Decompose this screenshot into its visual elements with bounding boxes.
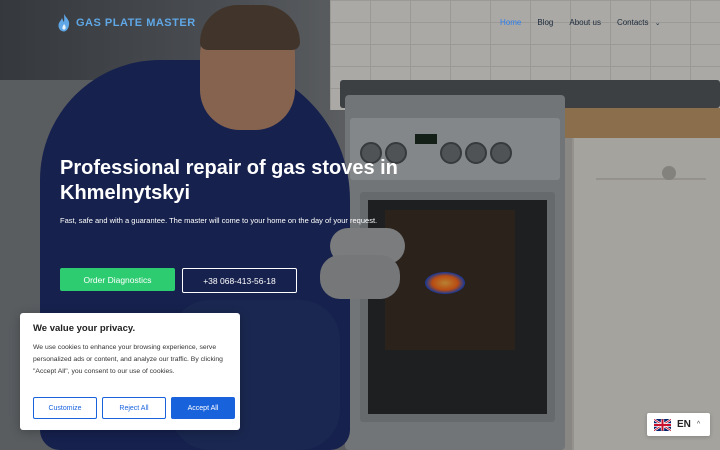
- cookie-description: We use cookies to enhance your browsing …: [33, 344, 223, 375]
- nav-item-blog[interactable]: Blog: [537, 18, 553, 27]
- phone-call-button[interactable]: +38 068-413-56-18: [182, 268, 297, 293]
- cookie-customize-button[interactable]: Customize: [33, 397, 97, 419]
- language-switcher[interactable]: EN ^: [647, 413, 710, 436]
- main-nav: Home Blog About us Contacts ⌄: [500, 18, 661, 27]
- cookie-reject-all-button[interactable]: Reject All: [102, 397, 166, 419]
- flame-logo-icon: [58, 14, 70, 32]
- hero-title: Professional repair of gas stoves in Khm…: [60, 157, 398, 204]
- cookie-button-row: Customize Reject All Accept All: [33, 397, 235, 419]
- order-diagnostics-button[interactable]: Order Diagnostics: [60, 268, 175, 291]
- cookie-title: We value your privacy.: [33, 323, 136, 334]
- brand-name: GAS PLATE MASTER: [76, 17, 196, 29]
- site-logo[interactable]: GAS PLATE MASTER: [57, 14, 196, 32]
- cookie-consent-banner: We value your privacy. We use cookies to…: [20, 313, 240, 430]
- site-header: GAS PLATE MASTER Home Blog About us Cont…: [0, 0, 720, 48]
- nav-item-contacts[interactable]: Contacts ⌄: [617, 18, 661, 27]
- nav-item-contacts-label: Contacts: [616, 18, 649, 27]
- nav-item-about-us[interactable]: About us: [569, 18, 601, 27]
- chevron-down-icon: ⌄: [654, 20, 661, 27]
- hero-subtitle: Fast, safe and with a guarantee. The mas…: [60, 216, 378, 225]
- nav-item-home[interactable]: Home: [500, 18, 521, 27]
- uk-flag-icon: [654, 418, 671, 431]
- cookie-accept-all-button[interactable]: Accept All: [171, 397, 235, 419]
- language-code: EN: [677, 419, 691, 430]
- chevron-up-icon: ^: [696, 421, 701, 428]
